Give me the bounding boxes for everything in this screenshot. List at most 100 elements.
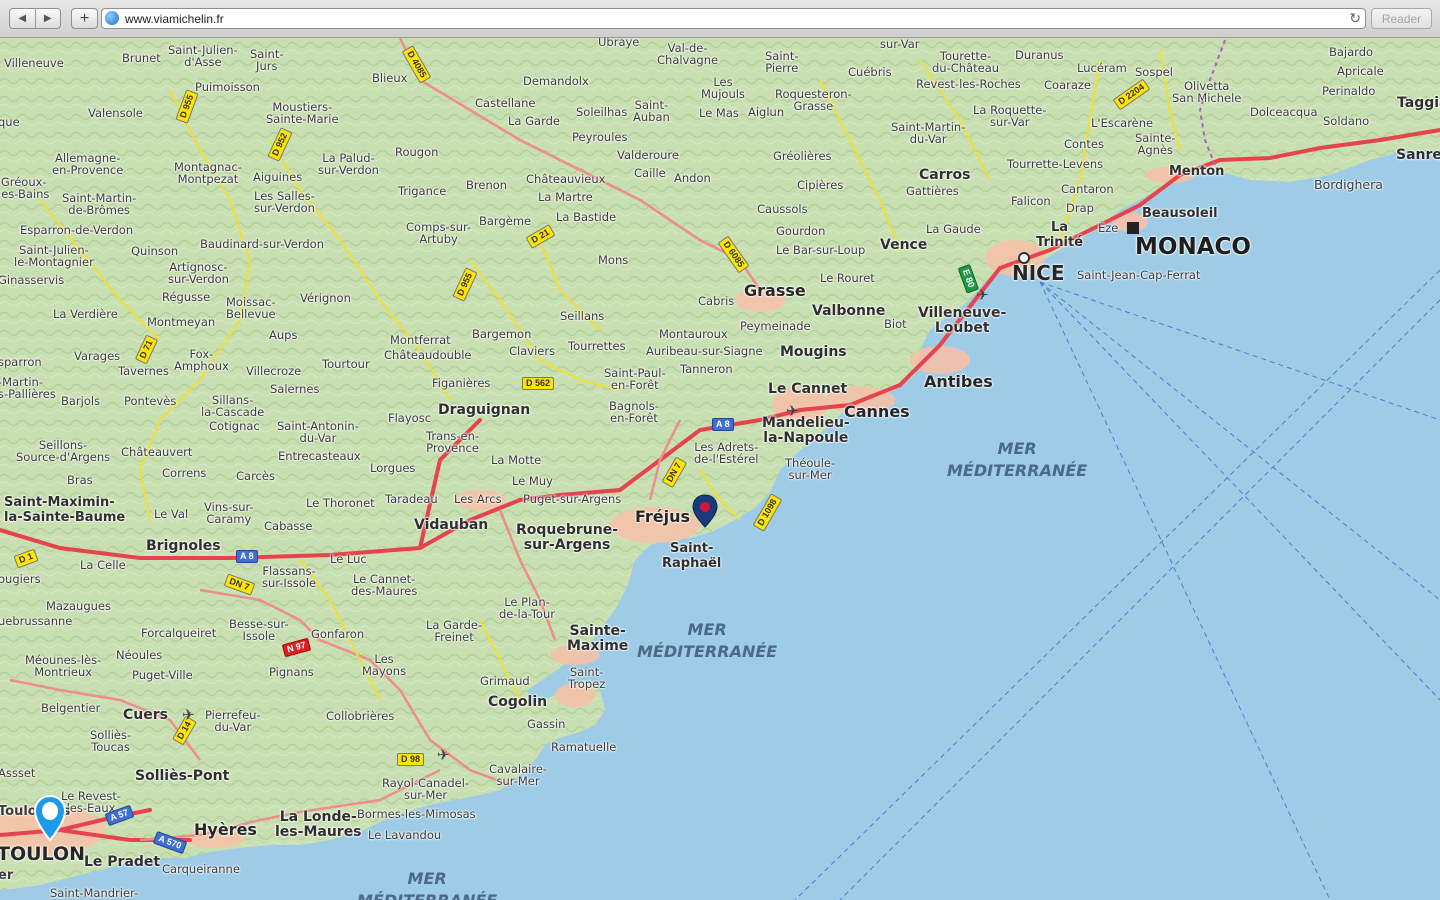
place-label: uebrussanne (0, 614, 73, 628)
map-pin-icon[interactable] (692, 494, 718, 528)
town-label: Taggia (1397, 95, 1440, 111)
place-label: Andon (674, 171, 711, 185)
place-label: Fox- Amphoux (174, 347, 229, 373)
place-label: Collobrières (326, 709, 395, 723)
town-label: Vidauban (414, 517, 489, 533)
place-label: Le Cannet- des-Maures (351, 572, 418, 598)
place-label: La Roquette- sur-Var (973, 103, 1047, 129)
place-label: Néoules (116, 648, 163, 662)
place-label: Mazaugues (46, 599, 111, 613)
back-arrow-icon[interactable]: ◀ (10, 9, 35, 28)
place-label: Puget-sur-Argens (523, 492, 622, 506)
city-label: MONACO (1135, 234, 1251, 260)
place-label: Val-de- Chalvagne (657, 41, 719, 67)
city-label: Antibes (924, 372, 993, 391)
place-label: Seillans (560, 309, 605, 323)
place-label: Montauroux (659, 327, 728, 341)
town-label: La Londe- les-Maures (275, 809, 362, 840)
place-label: Sospel (1135, 65, 1173, 79)
place-label: Le Lavandou (368, 828, 442, 842)
site-favicon-icon (105, 11, 119, 25)
place-label: Brenon (466, 178, 508, 192)
place-label: Puget-Ville (132, 668, 193, 682)
place-label: Le Mas (699, 106, 739, 120)
place-label: La Motte (491, 453, 542, 467)
url-text[interactable]: www.viamichelin.fr (125, 12, 224, 26)
place-label: Grimaud (480, 674, 530, 688)
location-pin-icon[interactable] (33, 794, 67, 842)
place-label: Correns (162, 466, 207, 480)
place-label: Sainte- Agnès (1135, 131, 1176, 157)
airport-icon: ✈ (182, 707, 195, 724)
place-label: Montferrat (390, 333, 451, 347)
place-label: er (0, 868, 14, 883)
place-label: La Palud- sur-Verdon (318, 151, 379, 177)
place-label: Tourtour (322, 357, 370, 371)
city-label: TOULON (0, 843, 86, 865)
city-label: Cannes (844, 402, 910, 421)
place-label: Bras (67, 473, 93, 487)
town-label: Brignoles (146, 538, 221, 554)
town-label: Le Pradet (84, 854, 161, 870)
place-label: La Garde (508, 114, 560, 128)
place-label: Saint-Jean-Cap-Ferrat (1077, 268, 1201, 282)
town-label: Mougins (780, 344, 847, 360)
place-label: Carqueiranne (162, 862, 240, 876)
town-label: Roquebrune- sur-Argens (516, 522, 619, 553)
place-label: Cabasse (264, 519, 313, 533)
place-label: Moissac- Bellevue (226, 295, 276, 321)
place-label: Seillons- Source-d'Argens (16, 438, 111, 464)
town-label: Sainte- Maxime (567, 623, 629, 654)
place-label: Saint- Auban (633, 98, 670, 124)
town-label: Saint- Raphaël (662, 541, 722, 571)
town-label: Cogolin (488, 694, 548, 710)
road-number: A 8 (712, 418, 734, 431)
place-label: Cavalaire- sur-Mer (489, 762, 548, 788)
place-label: Saint-Martin- de-Brômes (62, 191, 137, 217)
place-label: Lorgues (370, 461, 416, 475)
place-label: Contes (1064, 137, 1104, 151)
reader-button[interactable]: Reader (1371, 8, 1432, 29)
place-label: Castellane (475, 96, 536, 110)
place-label: que (0, 115, 20, 129)
place-label: Coaraze (1044, 78, 1091, 92)
airport-icon: ✈ (786, 403, 799, 420)
place-label: Peymeinade (740, 319, 811, 333)
place-label: Les Arcs (454, 492, 502, 506)
place-label: Carcès (236, 469, 275, 483)
reload-icon[interactable]: ↻ (1349, 10, 1361, 27)
place-label: Baudinard-sur-Verdon (200, 237, 324, 251)
place-label: L'Escarène (1091, 116, 1154, 130)
place-label: La Celle (80, 558, 126, 572)
place-label: Le Thoronet (306, 496, 375, 510)
place-label: Châteauvert (121, 445, 193, 459)
forward-arrow-icon[interactable]: ▶ (34, 9, 61, 28)
place-label: Montagnac- Montpezat (174, 160, 242, 186)
place-label: Gréoux- les-Bains (0, 175, 50, 201)
place-label: Gonfaron (311, 627, 365, 641)
place-label: Lucéram (1077, 61, 1127, 75)
place-label: Le Luc (330, 552, 367, 566)
place-label: Olivetta San Michele (1172, 79, 1242, 105)
place-label: Soldano (1323, 114, 1370, 128)
city-label: NICE (1012, 261, 1065, 285)
place-label: ougiers (0, 572, 41, 586)
border-crossing-icon (1127, 222, 1139, 234)
address-bar[interactable]: www.viamichelin.fr ↻ (101, 8, 1366, 29)
place-label: Sillans- la-Cascade (201, 393, 265, 419)
place-label: Bargème (479, 214, 532, 228)
town-label: Hyères (194, 820, 257, 839)
place-label: Cotignac (209, 419, 260, 433)
place-label: Perinaldo (1322, 84, 1376, 98)
town-label: Saint-Maximin- la-Sainte-Baume (4, 495, 126, 525)
city-label: Fréjus (635, 507, 691, 526)
place-label: Le Rouret (820, 271, 875, 285)
map-canvas[interactable]: Villeneuve Brunet Saint-Julien- d'Asse S… (0, 38, 1440, 900)
city-label: Grasse (744, 281, 806, 300)
place-label: Èze (1098, 221, 1119, 235)
place-label: La Garde- Freinet (426, 618, 483, 644)
sea-label: MER MÉDITERRANÉE (637, 620, 778, 661)
town-label: La Trinité (1036, 220, 1084, 250)
place-label: Saint-Antonin- du-Var (277, 419, 359, 445)
plus-icon[interactable]: + (71, 8, 98, 29)
